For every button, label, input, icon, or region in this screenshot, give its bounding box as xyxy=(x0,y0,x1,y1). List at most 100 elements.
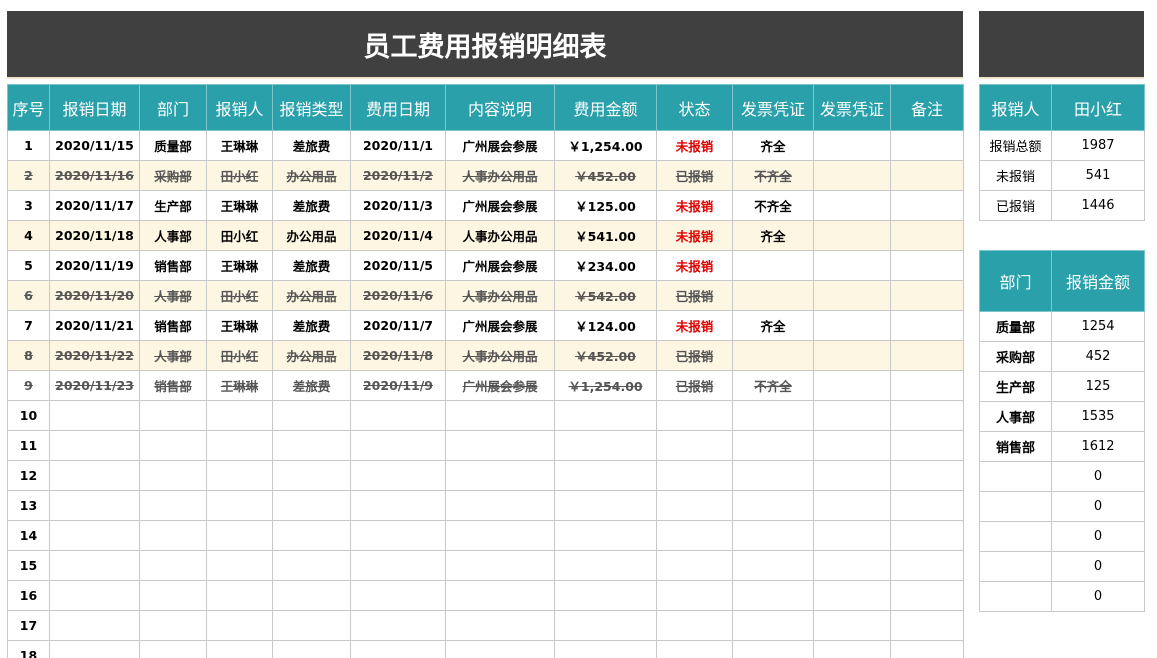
cell-desc[interactable] xyxy=(445,430,555,461)
cell-fdate[interactable]: 2020/11/7 xyxy=(350,310,446,341)
cell-fdate[interactable]: 2020/11/1 xyxy=(350,130,446,161)
cell-dept[interactable]: 生产部 xyxy=(139,190,207,221)
cell-amount[interactable] xyxy=(554,640,657,658)
cell-desc[interactable] xyxy=(445,580,555,611)
dept-amount[interactable]: 0 xyxy=(1051,521,1145,552)
cell-no[interactable]: 3 xyxy=(7,190,50,221)
cell-invoice[interactable]: 齐全 xyxy=(732,220,814,251)
cell-dept[interactable] xyxy=(139,400,207,431)
cell-date[interactable] xyxy=(49,400,140,431)
cell-fdate[interactable]: 2020/11/8 xyxy=(350,340,446,371)
cell-note[interactable] xyxy=(890,460,964,491)
cell-invoice2[interactable] xyxy=(813,490,891,521)
summary-value[interactable]: 1446 xyxy=(1051,190,1145,221)
summary-person-select[interactable]: 田小红 xyxy=(1051,84,1145,131)
cell-status[interactable]: 未报销 xyxy=(656,190,733,221)
cell-desc[interactable]: 广州展会参展 xyxy=(445,250,555,281)
cell-type[interactable] xyxy=(272,610,351,641)
cell-status[interactable] xyxy=(656,520,733,551)
dept-label[interactable] xyxy=(979,581,1052,612)
column-header[interactable]: 发票凭证 xyxy=(813,84,891,131)
cell-invoice[interactable] xyxy=(732,580,814,611)
cell-note[interactable] xyxy=(890,340,964,371)
summary-label[interactable]: 报销总额 xyxy=(979,130,1052,161)
cell-invoice[interactable] xyxy=(732,640,814,658)
cell-note[interactable] xyxy=(890,130,964,161)
cell-dept[interactable] xyxy=(139,430,207,461)
cell-amount[interactable] xyxy=(554,580,657,611)
cell-note[interactable] xyxy=(890,640,964,658)
cell-fdate[interactable] xyxy=(350,580,446,611)
cell-invoice[interactable] xyxy=(732,280,814,311)
cell-desc[interactable] xyxy=(445,640,555,658)
column-header[interactable]: 发票凭证 xyxy=(732,84,814,131)
cell-person[interactable]: 田小红 xyxy=(206,220,273,251)
cell-dept[interactable]: 销售部 xyxy=(139,250,207,281)
cell-dept[interactable] xyxy=(139,550,207,581)
cell-desc[interactable]: 人事办公用品 xyxy=(445,160,555,191)
cell-no[interactable]: 15 xyxy=(7,550,50,581)
column-header[interactable]: 费用日期 xyxy=(350,84,446,131)
column-header[interactable]: 备注 xyxy=(890,84,964,131)
dept-amount[interactable]: 0 xyxy=(1051,461,1145,492)
cell-fdate[interactable]: 2020/11/5 xyxy=(350,250,446,281)
cell-desc[interactable] xyxy=(445,520,555,551)
summary-label[interactable]: 未报销 xyxy=(979,160,1052,191)
cell-no[interactable]: 14 xyxy=(7,520,50,551)
dept-header-amount[interactable]: 报销金额 xyxy=(1051,250,1145,312)
cell-fdate[interactable]: 2020/11/2 xyxy=(350,160,446,191)
cell-fdate[interactable] xyxy=(350,520,446,551)
cell-dept[interactable]: 人事部 xyxy=(139,220,207,251)
cell-invoice2[interactable] xyxy=(813,310,891,341)
cell-person[interactable] xyxy=(206,430,273,461)
cell-invoice2[interactable] xyxy=(813,220,891,251)
cell-no[interactable]: 1 xyxy=(7,130,50,161)
dept-label[interactable] xyxy=(979,491,1052,522)
cell-person[interactable]: 王琳琳 xyxy=(206,130,273,161)
cell-fdate[interactable] xyxy=(350,430,446,461)
cell-status[interactable] xyxy=(656,400,733,431)
cell-status[interactable] xyxy=(656,610,733,641)
cell-person[interactable]: 田小红 xyxy=(206,280,273,311)
cell-date[interactable] xyxy=(49,460,140,491)
cell-desc[interactable]: 广州展会参展 xyxy=(445,130,555,161)
cell-date[interactable]: 2020/11/20 xyxy=(49,280,140,311)
cell-person[interactable] xyxy=(206,550,273,581)
summary-value[interactable]: 541 xyxy=(1051,160,1145,191)
cell-note[interactable] xyxy=(890,610,964,641)
cell-dept[interactable]: 质量部 xyxy=(139,130,207,161)
cell-desc[interactable]: 人事办公用品 xyxy=(445,280,555,311)
cell-type[interactable] xyxy=(272,580,351,611)
cell-status[interactable]: 已报销 xyxy=(656,340,733,371)
cell-dept[interactable]: 销售部 xyxy=(139,310,207,341)
column-header[interactable]: 序号 xyxy=(7,84,50,131)
cell-fdate[interactable] xyxy=(350,550,446,581)
cell-amount[interactable]: ￥541.00 xyxy=(554,220,657,251)
cell-invoice2[interactable] xyxy=(813,520,891,551)
cell-invoice[interactable]: 齐全 xyxy=(732,310,814,341)
cell-amount[interactable]: ￥452.00 xyxy=(554,160,657,191)
cell-fdate[interactable] xyxy=(350,490,446,521)
cell-no[interactable]: 12 xyxy=(7,460,50,491)
cell-note[interactable] xyxy=(890,490,964,521)
cell-note[interactable] xyxy=(890,400,964,431)
cell-status[interactable]: 已报销 xyxy=(656,280,733,311)
cell-invoice2[interactable] xyxy=(813,610,891,641)
cell-date[interactable] xyxy=(49,580,140,611)
dept-header-label[interactable]: 部门 xyxy=(979,250,1052,312)
cell-status[interactable]: 已报销 xyxy=(656,160,733,191)
cell-type[interactable]: 差旅费 xyxy=(272,130,351,161)
dept-label[interactable]: 生产部 xyxy=(979,371,1052,402)
dept-amount[interactable]: 0 xyxy=(1051,581,1145,612)
cell-dept[interactable] xyxy=(139,490,207,521)
cell-invoice[interactable]: 不齐全 xyxy=(732,370,814,401)
dept-amount[interactable]: 125 xyxy=(1051,371,1145,402)
cell-invoice2[interactable] xyxy=(813,640,891,658)
column-header[interactable]: 报销人 xyxy=(206,84,273,131)
cell-status[interactable]: 未报销 xyxy=(656,310,733,341)
cell-fdate[interactable]: 2020/11/4 xyxy=(350,220,446,251)
dept-amount[interactable]: 1535 xyxy=(1051,401,1145,432)
cell-type[interactable]: 差旅费 xyxy=(272,190,351,221)
cell-note[interactable] xyxy=(890,370,964,401)
dept-amount[interactable]: 0 xyxy=(1051,551,1145,582)
